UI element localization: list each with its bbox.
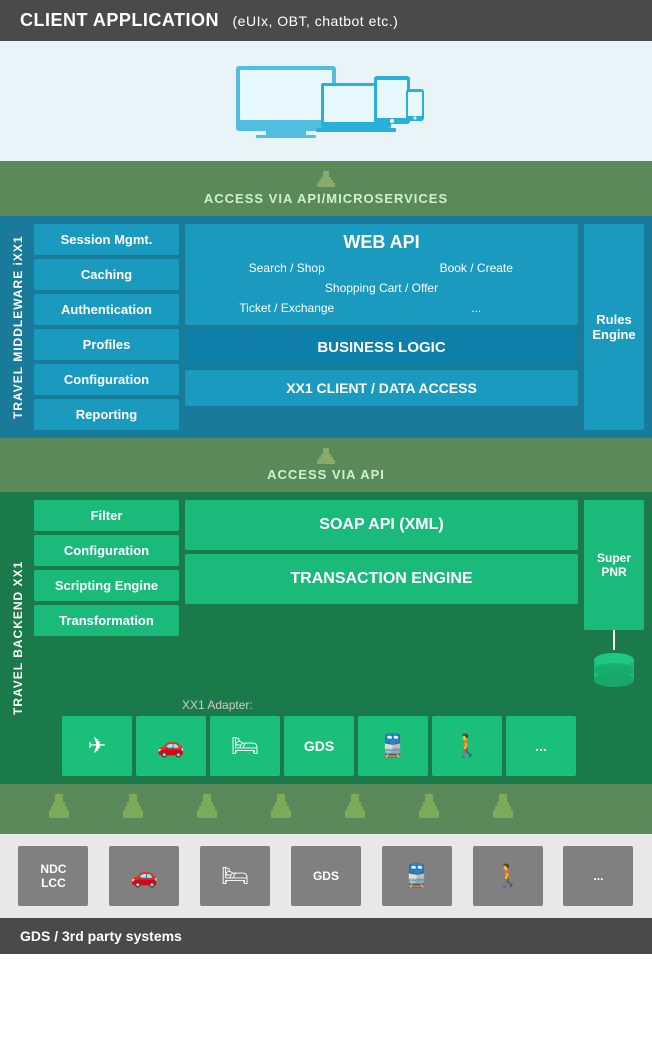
footer-label: GDS / 3rd party systems xyxy=(20,928,182,944)
access-bar-2-label: ACCESS VIA API xyxy=(267,467,385,482)
transformation-box: Transformation xyxy=(34,605,179,636)
reporting-box: Reporting xyxy=(34,399,179,430)
link-ticket-exchange: Ticket / Exchange xyxy=(197,299,377,317)
soap-api-box: SOAP API (XML) xyxy=(185,500,578,550)
web-api-box: WEB API Search / Shop Book / Create Shop… xyxy=(185,224,578,325)
backend-left-col: Filter Configuration Scripting Engine Tr… xyxy=(34,500,179,690)
authentication-box: Authentication xyxy=(34,294,179,325)
adapter-section: XX1 Adapter: ✈ 🚗 🛏 GDS 🚆 🚶 ... xyxy=(34,694,644,776)
backend-right-col: SOAP API (XML) TRANSACTION ENGINE xyxy=(185,500,578,690)
header-subtitle: (eUIx, OBT, chatbot etc.) xyxy=(233,13,399,29)
adapter-icon-hotel: 🛏 xyxy=(210,716,280,776)
adapter-icon-gds: GDS xyxy=(284,716,354,776)
bottom-icon-person: 🚶 xyxy=(473,846,543,906)
connector-bar xyxy=(0,784,652,834)
middleware-right-col: WEB API Search / Shop Book / Create Shop… xyxy=(185,224,578,430)
device-area xyxy=(0,41,652,161)
bottom-icon-train: 🚆 xyxy=(382,846,452,906)
adapter-icon-more: ... xyxy=(506,716,576,776)
access-bar-text: ACCESS VIA API/MICROSERVICES xyxy=(10,191,642,206)
profiles-box: Profiles xyxy=(34,329,179,360)
middleware-vertical-label: TRAVEL MIDDLEWARE iXX1 xyxy=(8,224,28,430)
middleware-left-col: Session Mgmt. Caching Authentication Pro… xyxy=(34,224,179,430)
super-pnr-box: Super PNR xyxy=(584,500,644,630)
bottom-icon-hotel: 🛏 xyxy=(200,846,270,906)
bottom-icon-gds: GDS xyxy=(291,846,361,906)
session-mgmt-box: Session Mgmt. xyxy=(34,224,179,255)
backend-section: TRAVEL BACKEND XX1 Filter Configuration … xyxy=(0,492,652,784)
connector-symbols xyxy=(0,794,652,824)
backend-config-box: Configuration xyxy=(34,535,179,566)
transaction-engine-box: TRANSACTION ENGINE xyxy=(185,554,578,604)
adapter-icon-person: 🚶 xyxy=(432,716,502,776)
adapter-icons-row: ✈ 🚗 🛏 GDS 🚆 🚶 ... xyxy=(34,716,644,776)
adapter-icon-flight: ✈ xyxy=(62,716,132,776)
connector-1 xyxy=(10,171,642,187)
link-shopping-cart: Shopping Cart / Offer xyxy=(197,279,566,297)
middleware-inner: Session Mgmt. Caching Authentication Pro… xyxy=(34,224,644,430)
backend-vertical-label: TRAVEL BACKEND XX1 xyxy=(8,500,28,776)
bottom-icon-more: ... xyxy=(563,846,633,906)
scripting-engine-box: Scripting Engine xyxy=(34,570,179,601)
caching-box: Caching xyxy=(34,259,179,290)
access-bar-microservices: ACCESS VIA API/MICROSERVICES xyxy=(0,161,652,216)
adapter-label: XX1 Adapter: xyxy=(34,694,644,716)
filter-box: Filter xyxy=(34,500,179,531)
data-access-box: XX1 CLIENT / DATA ACCESS xyxy=(185,370,578,406)
link-dots: ... xyxy=(387,299,567,317)
rules-engine-box: Rules Engine xyxy=(584,224,644,430)
footer-bar: GDS / 3rd party systems xyxy=(0,918,652,954)
device-icons xyxy=(226,61,426,141)
access-bar-2: ACCESS VIA API xyxy=(0,438,652,492)
web-api-links: Search / Shop Book / Create Shopping Car… xyxy=(197,259,566,317)
middleware-section: TRAVEL MIDDLEWARE iXX1 Session Mgmt. Cac… xyxy=(0,216,652,438)
web-api-title: WEB API xyxy=(197,232,566,253)
adapter-icon-train: 🚆 xyxy=(358,716,428,776)
bottom-icons-section: NDCLCC 🚗 🛏 GDS 🚆 🚶 ... xyxy=(0,834,652,918)
link-book-create: Book / Create xyxy=(387,259,567,277)
link-search-shop: Search / Shop xyxy=(197,259,377,277)
bottom-icon-ndc: NDCLCC xyxy=(18,846,88,906)
bottom-icon-car: 🚗 xyxy=(109,846,179,906)
configuration-box: Configuration xyxy=(34,364,179,395)
client-app-header: CLIENT APPLICATION (eUIx, OBT, chatbot e… xyxy=(0,0,652,41)
header-title: CLIENT APPLICATION xyxy=(20,10,219,30)
business-logic-box: BUSINESS LOGIC xyxy=(185,329,578,366)
database-icon xyxy=(589,650,639,690)
adapter-icon-car: 🚗 xyxy=(136,716,206,776)
